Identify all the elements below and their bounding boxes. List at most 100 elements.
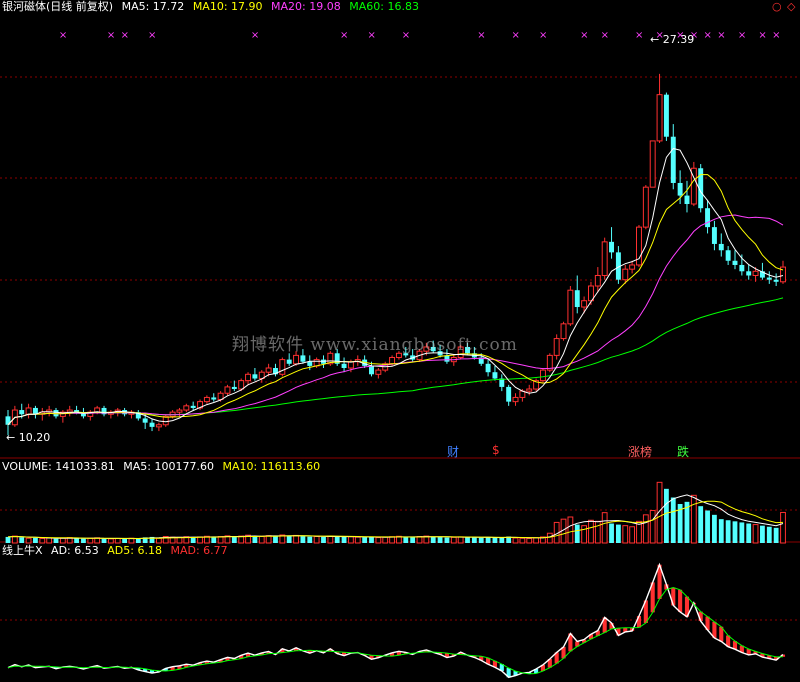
candle-body-up <box>203 396 210 403</box>
signal-marker: × <box>738 30 746 41</box>
candle-body-down <box>19 410 25 415</box>
signal-marker: × <box>580 30 588 41</box>
diamond-icon[interactable]: ◇ <box>787 0 795 13</box>
event-finance-marker[interactable]: 财 <box>447 443 459 460</box>
volume-bar-up <box>450 536 457 544</box>
candle-body-up <box>389 356 396 365</box>
volume-bar-up <box>348 536 354 544</box>
volume-bar-up <box>780 511 786 544</box>
volume-bar-down <box>74 538 79 543</box>
signal-marker: × <box>251 30 259 41</box>
volume-bar-down <box>273 536 278 543</box>
volume-bar-down <box>211 537 217 543</box>
signal-marker: × <box>367 30 375 41</box>
high-price-value: 27.39 <box>662 33 695 46</box>
signal-marker: × <box>758 30 766 41</box>
signal-marker: × <box>59 30 67 41</box>
volume-bar-down <box>698 506 704 543</box>
signal-marker: × <box>402 30 410 41</box>
high-price-label: ← 27.39 <box>650 33 695 46</box>
candle-body-down <box>677 182 683 196</box>
candle-body-down <box>149 422 155 427</box>
volume-bar-up <box>519 537 526 544</box>
candle-body-down <box>190 405 196 408</box>
event-gain-list-marker[interactable]: 涨榜 <box>628 443 652 460</box>
volume-bar-up <box>642 514 649 544</box>
volume-bar-down <box>773 527 779 543</box>
candle-body-up <box>155 424 162 428</box>
event-dollar-marker[interactable]: $ <box>492 443 500 457</box>
ma60-value: MA60: 16.83 <box>349 0 419 13</box>
signal-marker: × <box>772 30 780 41</box>
volume-bar-up <box>594 520 601 544</box>
low-price-value: 10.20 <box>18 431 51 444</box>
volume-bar-down <box>444 537 450 543</box>
candle-body-down <box>718 243 724 251</box>
ma10-line <box>7 174 784 426</box>
event-drop-marker[interactable]: 跌 <box>677 443 689 460</box>
signal-marker: × <box>477 30 485 41</box>
volume-bar-down <box>725 520 731 543</box>
candle-body-up <box>293 354 300 365</box>
candle-body-down <box>711 227 717 244</box>
volume-bar-up <box>649 510 656 544</box>
volume-bar-down <box>369 536 374 543</box>
volume-bar-down <box>122 538 127 543</box>
volume-bar-down <box>341 536 347 543</box>
candle-body-down <box>485 363 491 373</box>
candle-body-up <box>594 274 601 287</box>
volume-bar-down <box>300 536 306 543</box>
volume-bar-up <box>512 537 519 544</box>
volume-bar-up <box>588 519 594 544</box>
volume-bar-up <box>601 512 608 544</box>
circle-icon[interactable]: ○ <box>772 0 782 13</box>
candle-body-up <box>601 241 608 276</box>
candle-body-up <box>183 405 190 411</box>
candle-body-down <box>574 290 580 308</box>
indicator-ad5-line <box>7 586 784 675</box>
volume-bar-up <box>457 536 464 544</box>
volume-bar-up <box>354 536 361 544</box>
volume-bar-up <box>382 536 389 544</box>
candle-body-down <box>444 355 450 362</box>
signal-marker: × <box>635 30 643 41</box>
candle-body-up <box>224 386 231 394</box>
volume-bar-up <box>622 525 629 544</box>
candle-body-down <box>506 386 512 402</box>
volume-bar-down <box>5 536 11 543</box>
volume-bar-up <box>87 537 94 544</box>
candle-body-up <box>553 338 560 356</box>
ma5-value: MA5: 17.72 <box>121 0 185 13</box>
volume-bar-down <box>499 537 505 543</box>
candle-body-up <box>581 300 588 308</box>
volume-bar-down <box>739 522 745 543</box>
volume-bar-up <box>313 536 320 544</box>
ma5-line <box>7 147 784 426</box>
indicator-panel-header: 线上牛X AD: 6.53 AD5: 6.18 MAD: 6.77 <box>2 544 233 558</box>
candle-body-down <box>300 355 306 362</box>
volume-bar-up <box>546 532 553 544</box>
signal-marker: × <box>107 30 115 41</box>
signal-marker: × <box>539 30 547 41</box>
volume-bar-down <box>362 537 368 543</box>
volume-bar-up <box>629 526 636 544</box>
low-price-label: ← 10.20 <box>6 431 51 444</box>
volume-bar-up <box>581 525 588 544</box>
volume-bar-down <box>485 537 491 543</box>
volume-bar-down <box>471 537 477 543</box>
candle-body-up <box>642 186 649 228</box>
volume-bar-down <box>19 537 25 543</box>
volume-ma10-value: MA10: 116113.60 <box>222 460 321 473</box>
candle-body-up <box>752 270 759 276</box>
volume-bar-up <box>690 494 697 544</box>
ma20-value: MA20: 19.08 <box>271 0 341 13</box>
volume-bar-down <box>252 536 258 543</box>
price-panel-header: 银河磁体(日线 前复权) MA5: 17.72 MA10: 17.90 MA20… <box>2 0 424 14</box>
volume-bar-down <box>465 537 470 543</box>
signal-marker: × <box>601 30 609 41</box>
watermark: 翔博软件 www.xiangbosoft.com <box>232 335 518 355</box>
candle-body-down <box>211 397 217 400</box>
volume-bar-down <box>190 537 196 543</box>
candle-body-up <box>560 323 567 340</box>
volume-bar-down <box>664 488 669 543</box>
